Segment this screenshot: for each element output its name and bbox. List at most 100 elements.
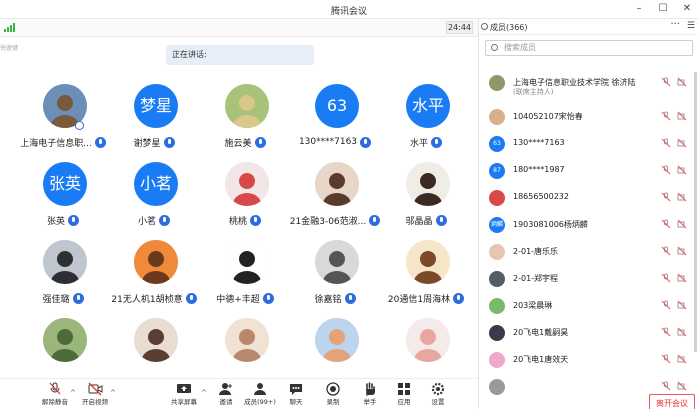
mic-off-icon [661,165,671,175]
meeting-timer: 24:44 [446,21,473,34]
share-screen-button[interactable]: 共享屏幕 [169,381,199,409]
signal-icon [4,23,15,32]
participant-avatar [225,162,269,206]
mic-icon [68,214,79,226]
search-icon [491,44,498,51]
camera-off-icon [677,138,687,148]
apps-button[interactable]: 应用 [389,381,419,409]
mic-off-icon [661,273,671,283]
mic-icon [369,214,381,226]
mic-off-icon [661,138,671,148]
invite-button[interactable]: 邀请 [211,381,241,409]
participant-tile[interactable]: 徐嘉铭 [290,234,380,314]
video-options-chevron-icon[interactable]: ^ [110,389,116,397]
participant-tile[interactable]: 张英 张英 [18,156,108,236]
member-row[interactable]: 104052107宋怡春 [479,106,691,133]
participant-name-row: 徐嘉铭 [290,291,380,305]
member-avatar [489,325,505,341]
participant-name: 21金融3-06范淑... [289,216,367,227]
participant-avatar [225,318,269,362]
participant-tile[interactable]: 邬晶晶 [381,156,471,236]
mic-off-icon [661,111,671,121]
participant-tile[interactable]: 桃桃 [200,156,290,236]
participant-tile[interactable]: 水平 水平 [381,78,471,158]
member-row[interactable]: 87 180****1987 [479,160,691,187]
leave-meeting-button[interactable]: 离开会议 [649,394,695,409]
settings-button[interactable]: 设置 [423,381,453,409]
menu-icon[interactable]: ☰ [687,21,695,31]
participant-tile[interactable]: 梦星 谢梦星 [109,78,199,158]
camera-off-icon [677,354,687,364]
member-row[interactable]: 炳麟 1903081006杨炳麟 [479,214,691,241]
participant-tile[interactable]: 21无人机1胡桢意 [109,234,199,314]
participant-tile[interactable] [200,312,290,378]
participant-tile[interactable] [18,312,108,378]
member-row[interactable]: 上海电子信息职业技术学院 徐济陆 (联席主持人) [479,72,691,106]
member-name: 20飞电1戴嗣昊 [513,328,569,337]
participant-tile[interactable]: 强佳璐 [18,234,108,314]
chat-label: 聊天 [289,398,303,406]
side-mark: 快速键 [0,45,19,52]
close-icon[interactable]: ✕ [682,3,692,15]
participant-tile[interactable] [381,312,471,378]
participant-tile[interactable]: 上海电子信息职... [18,78,108,158]
participant-avatar: 63 [315,84,359,128]
member-list-scrollbar[interactable] [694,72,697,352]
member-row[interactable]: 20飞电1唐效天 [479,349,691,376]
window-controls: – ☐ ✕ [634,3,692,15]
unmute-label: 解除静音 [42,398,68,406]
more-options-icon[interactable]: ··· [670,19,680,30]
mic-off-icon [661,300,671,310]
member-name: 104052107宋怡春 [513,112,583,121]
member-row[interactable]: 203梁晨琳 [479,295,691,322]
unmute-button[interactable]: 解除静音 [40,381,70,409]
mic-off-icon [661,327,671,337]
member-row[interactable]: 2-01-唐乐乐 [479,241,691,268]
participant-name-row: 中德+丰超 [200,291,290,305]
start-video-button[interactable]: 开启视频 [80,381,110,409]
member-search-input[interactable]: 搜索成员 [485,40,693,56]
participant-name: 小茗 [137,216,156,227]
participant-tile[interactable]: 小茗 小茗 [109,156,199,236]
members-icon [254,383,266,395]
participant-tile[interactable] [290,312,380,378]
member-row[interactable]: 18656500232 [479,187,691,214]
camera-off-icon [88,382,103,396]
participant-tile[interactable] [109,312,199,378]
maximize-icon[interactable]: ☐ [658,3,668,15]
member-name: 18656500232 [513,192,569,201]
members-button[interactable]: 成员(99+) [244,381,276,409]
participant-tile[interactable]: 21金融3-06范淑... [289,156,381,236]
mic-off-icon [661,354,671,364]
gear-icon [431,382,445,396]
mic-off-icon [661,381,671,391]
participant-tile[interactable]: 施云美 [200,78,290,158]
participant-name: 施云美 [224,138,252,149]
mic-icon [185,292,197,304]
member-row[interactable]: 20飞电1戴嗣昊 [479,322,691,349]
window-title: 腾讯会议 [330,7,367,17]
members-panel-title: 成员(366) [490,23,528,32]
apps-icon [398,383,410,395]
mic-icon [360,136,372,148]
participant-name-row: 水平 [381,135,471,149]
participant-tile[interactable]: 中德+丰超 [200,234,290,314]
raise-hand-button[interactable]: 举手 [355,381,385,409]
member-avatar: 炳麟 [489,217,505,233]
chat-button[interactable]: 聊天 [281,381,311,409]
record-button[interactable]: 录制 [318,381,348,409]
participant-avatar: 梦星 [134,84,178,128]
member-avatar [489,75,505,91]
member-row[interactable]: 2-01-郑宇程 [479,268,691,295]
participant-avatar [315,240,359,284]
participant-avatar [406,162,450,206]
minimize-icon[interactable]: – [634,3,644,15]
participant-tile[interactable]: 20通信1周海林 [381,234,471,314]
participant-tile[interactable]: 63 130****7163 [290,78,380,158]
mic-off-icon [49,382,61,395]
member-row[interactable]: 63 130****7163 [479,133,691,160]
meeting-toolbar: 解除静音 ^ 开启视频 ^ 共享屏幕 ^ 邀请 成员(99+) 聊天 录制 举手… [0,378,478,409]
record-icon [326,382,340,396]
camera-off-icon [677,111,687,121]
title-bar: 腾讯会议 – ☐ ✕ [0,0,698,19]
